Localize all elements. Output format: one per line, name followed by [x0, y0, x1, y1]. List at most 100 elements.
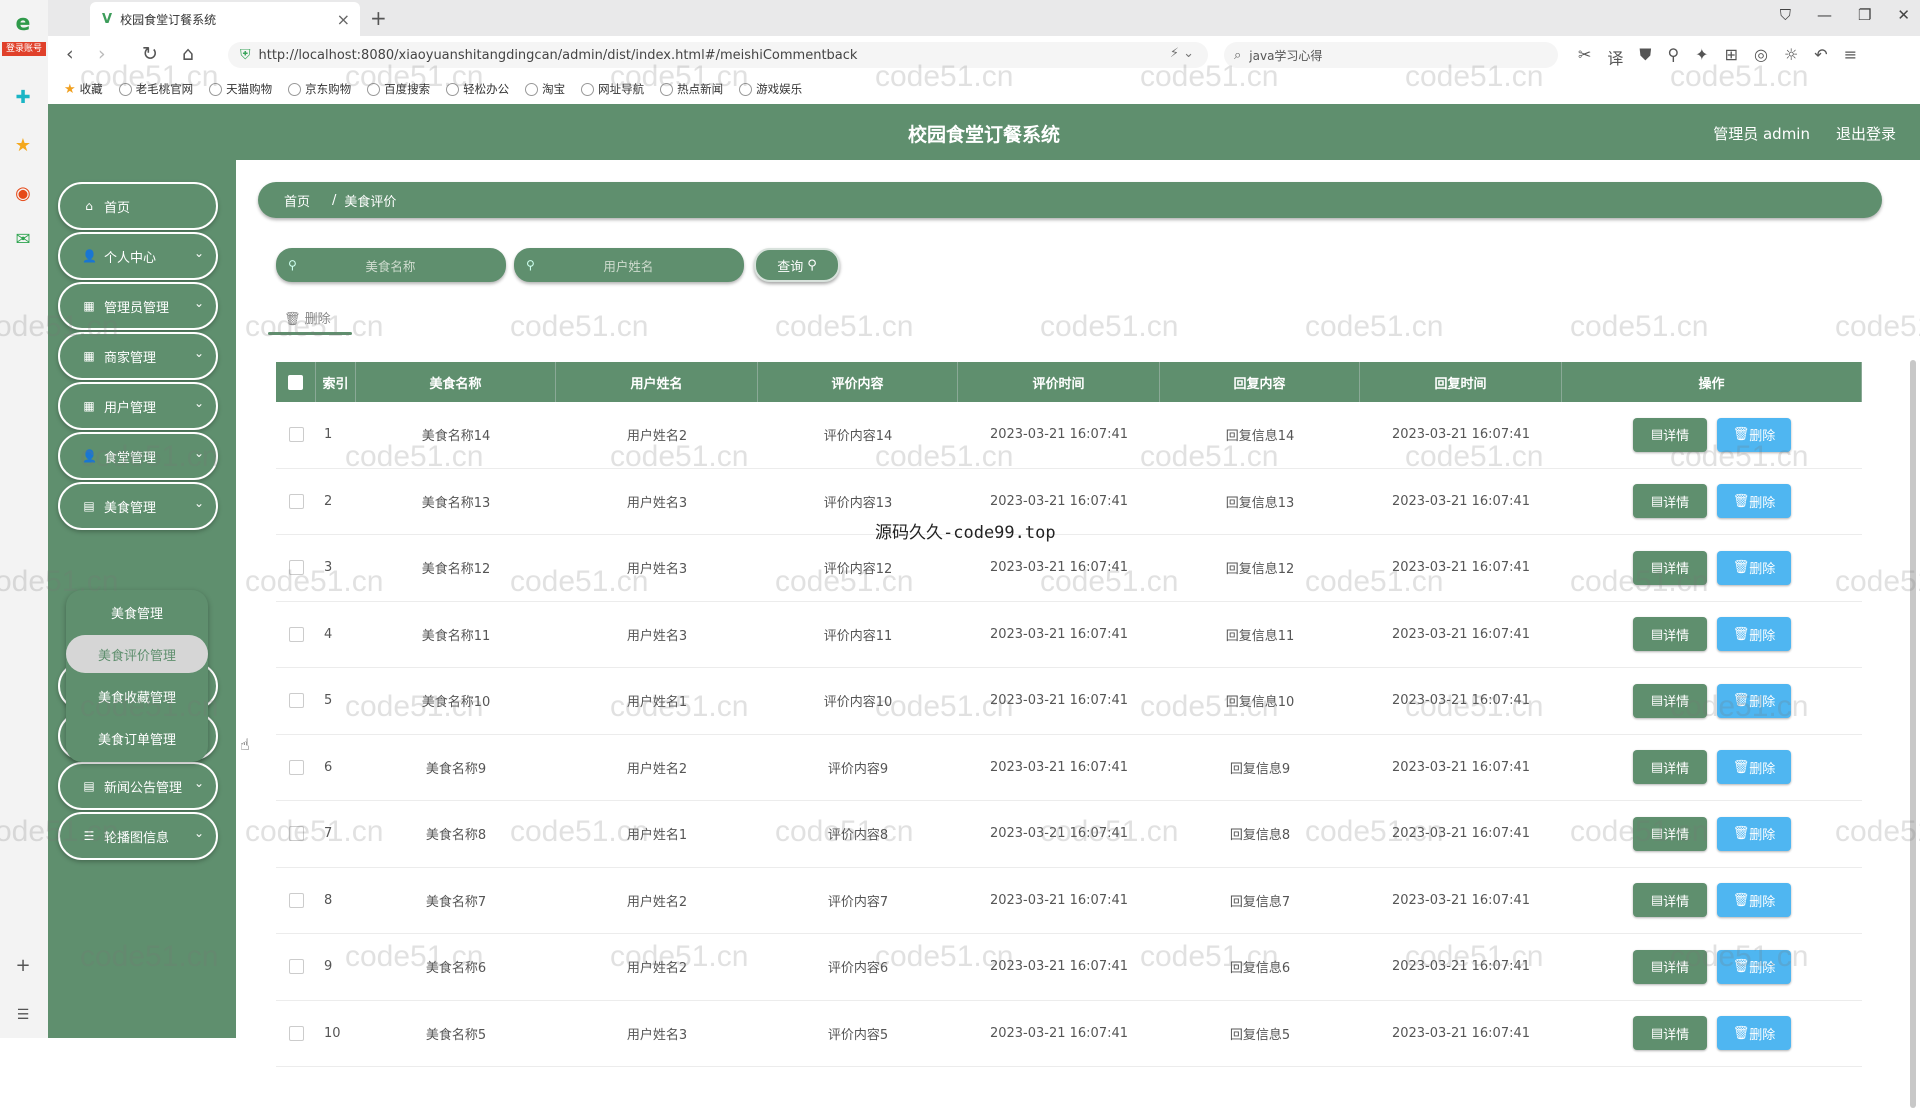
row-checkbox-cell[interactable]	[276, 602, 316, 668]
menu-icon[interactable]: ≡	[1844, 45, 1857, 69]
bookmark-item[interactable]: 老毛桃官网	[118, 81, 193, 97]
bookmark-item[interactable]: 京东购物	[288, 81, 351, 97]
shirt-icon[interactable]: ⛉	[1780, 6, 1791, 24]
batch-delete-button[interactable]: 🗑 删除	[268, 308, 352, 335]
mail-icon[interactable]: ✉	[10, 226, 36, 252]
detail-button[interactable]: ▤ 详情	[1633, 750, 1707, 785]
find-icon[interactable]: ⚲	[1667, 45, 1679, 69]
bookmark-item[interactable]: 轻松办公	[446, 81, 509, 97]
minimize-icon[interactable]: —	[1817, 6, 1832, 24]
browser-tab[interactable]: V 校园食堂订餐系统 ×	[90, 2, 360, 36]
select-all-checkbox[interactable]	[288, 374, 303, 390]
delete-button[interactable]: 🗑 删除	[1717, 816, 1791, 851]
detail-button[interactable]: ▤ 详情	[1633, 417, 1707, 452]
detail-button[interactable]: ▤ 详情	[1633, 683, 1707, 718]
sidebar-item[interactable]: ⌂ 首页	[58, 182, 218, 230]
extension-icon[interactable]: ✦	[1695, 45, 1708, 69]
apps-icon[interactable]: ⊞	[1725, 45, 1738, 69]
row-checkbox[interactable]	[288, 493, 304, 509]
row-checkbox-cell[interactable]	[276, 668, 316, 734]
list-icon[interactable]: ☰	[10, 1002, 36, 1028]
forward-icon[interactable]: ›	[98, 43, 106, 65]
detail-button[interactable]: ▤ 详情	[1633, 484, 1707, 519]
row-checkbox-cell[interactable]	[276, 535, 316, 601]
row-checkbox-cell[interactable]	[276, 868, 316, 934]
user-name-search-input[interactable]: ⚲ 用户姓名	[514, 248, 744, 282]
food-name-search-input[interactable]: ⚲ 美食名称	[276, 248, 506, 282]
sidebar-item[interactable]: 👤 个人中心 ⌄	[58, 232, 218, 280]
translate-icon[interactable]: 译	[1607, 45, 1623, 69]
shield-icon[interactable]: ⛊	[1639, 45, 1651, 69]
submenu-item[interactable]: 美食订单管理	[66, 719, 208, 757]
tab-close-icon[interactable]: ×	[337, 10, 350, 29]
row-checkbox-cell[interactable]	[276, 1001, 316, 1067]
row-checkbox[interactable]	[288, 560, 304, 576]
row-checkbox[interactable]	[288, 892, 304, 908]
login-badge[interactable]: 登录账号	[2, 42, 46, 56]
row-checkbox[interactable]	[288, 427, 304, 443]
sidebar-item[interactable]: ▦ 用户管理 ⌄	[58, 382, 218, 430]
edge-icon[interactable]: ◎	[1754, 45, 1768, 69]
query-button[interactable]: 查询 ⚲	[754, 248, 840, 282]
add-icon[interactable]: +	[10, 952, 36, 978]
close-icon[interactable]: ✕	[1897, 6, 1910, 24]
sidebar-item[interactable]: ▤ 美食管理 ⌄	[58, 482, 218, 530]
detail-button[interactable]: ▤ 详情	[1633, 617, 1707, 652]
submenu-item[interactable]: 美食收藏管理	[66, 677, 208, 715]
plus-square-icon[interactable]: ✚	[10, 84, 36, 110]
sidebar-item[interactable]: ☰ 轮播图信息 ⌄	[58, 812, 218, 860]
new-tab-button[interactable]: +	[370, 6, 387, 30]
sidebar-item[interactable]: ▦ 商家管理 ⌄	[58, 332, 218, 380]
select-all-checkbox-cell[interactable]	[276, 362, 316, 402]
weibo-icon[interactable]: ◉	[10, 180, 36, 206]
bookmark-item[interactable]: 淘宝	[525, 81, 565, 97]
restore-icon[interactable]: ❐	[1858, 6, 1871, 24]
sidebar-item[interactable]: 👤 食堂管理 ⌄	[58, 432, 218, 480]
delete-button[interactable]: 🗑 删除	[1717, 617, 1791, 652]
bookmark-item[interactable]: ★ 收藏	[64, 81, 103, 97]
bookmark-item[interactable]: 百度搜索	[367, 81, 430, 97]
undo-icon[interactable]: ↶	[1814, 45, 1827, 69]
delete-button[interactable]: 🗑 删除	[1717, 550, 1791, 585]
bookmark-item[interactable]: 热点新闻	[660, 81, 723, 97]
row-checkbox[interactable]	[288, 626, 304, 642]
bookmark-item[interactable]: 游戏娱乐	[739, 81, 802, 97]
star-icon[interactable]: ★	[10, 132, 36, 158]
submenu-item[interactable]: 美食评价管理	[66, 635, 208, 673]
detail-button[interactable]: ▤ 详情	[1633, 816, 1707, 851]
browser-search-field[interactable]: ⌕ java学习心得	[1224, 42, 1558, 68]
row-checkbox[interactable]	[288, 959, 304, 975]
bookmark-item[interactable]: 网址导航	[581, 81, 644, 97]
sidebar-item[interactable]: ▤ 新闻公告管理 ⌄	[58, 762, 218, 810]
breadcrumb-home[interactable]: 首页	[276, 191, 324, 210]
logout-link[interactable]: 退出登录	[1836, 123, 1896, 144]
delete-button[interactable]: 🗑 删除	[1717, 484, 1791, 519]
bookmark-item[interactable]: 天猫购物	[209, 81, 272, 97]
row-checkbox[interactable]	[288, 826, 304, 842]
delete-button[interactable]: 🗑 删除	[1717, 949, 1791, 984]
detail-button[interactable]: ▤ 详情	[1633, 949, 1707, 984]
url-dropdown-icon[interactable]: ⚡ ⌄	[1170, 46, 1194, 61]
refresh-icon[interactable]: ↻	[142, 43, 158, 65]
sidebar-item[interactable]: ▦ 管理员管理 ⌄	[58, 282, 218, 330]
row-checkbox-cell[interactable]	[276, 735, 316, 801]
detail-button[interactable]: ▤ 详情	[1633, 550, 1707, 585]
delete-button[interactable]: 🗑 删除	[1717, 883, 1791, 918]
row-checkbox-cell[interactable]	[276, 469, 316, 535]
scissors-icon[interactable]: ✂	[1578, 45, 1591, 69]
home-icon[interactable]: ⌂	[182, 43, 194, 65]
delete-button[interactable]: 🗑 删除	[1717, 1016, 1791, 1051]
delete-button[interactable]: 🗑 删除	[1717, 683, 1791, 718]
row-checkbox[interactable]	[288, 759, 304, 775]
row-checkbox-cell[interactable]	[276, 402, 316, 468]
row-checkbox[interactable]	[288, 693, 304, 709]
detail-button[interactable]: ▤ 详情	[1633, 883, 1707, 918]
brightness-icon[interactable]: ☼	[1784, 45, 1798, 69]
row-checkbox-cell[interactable]	[276, 801, 316, 867]
submenu-item[interactable]: 美食管理	[66, 593, 208, 631]
page-scrollbar[interactable]	[1910, 360, 1916, 1108]
back-icon[interactable]: ‹	[66, 43, 74, 65]
delete-button[interactable]: 🗑 删除	[1717, 417, 1791, 452]
url-field[interactable]: ⛨ http://localhost:8080/xiaoyuanshitangd…	[228, 42, 1208, 68]
detail-button[interactable]: ▤ 详情	[1633, 1016, 1707, 1051]
